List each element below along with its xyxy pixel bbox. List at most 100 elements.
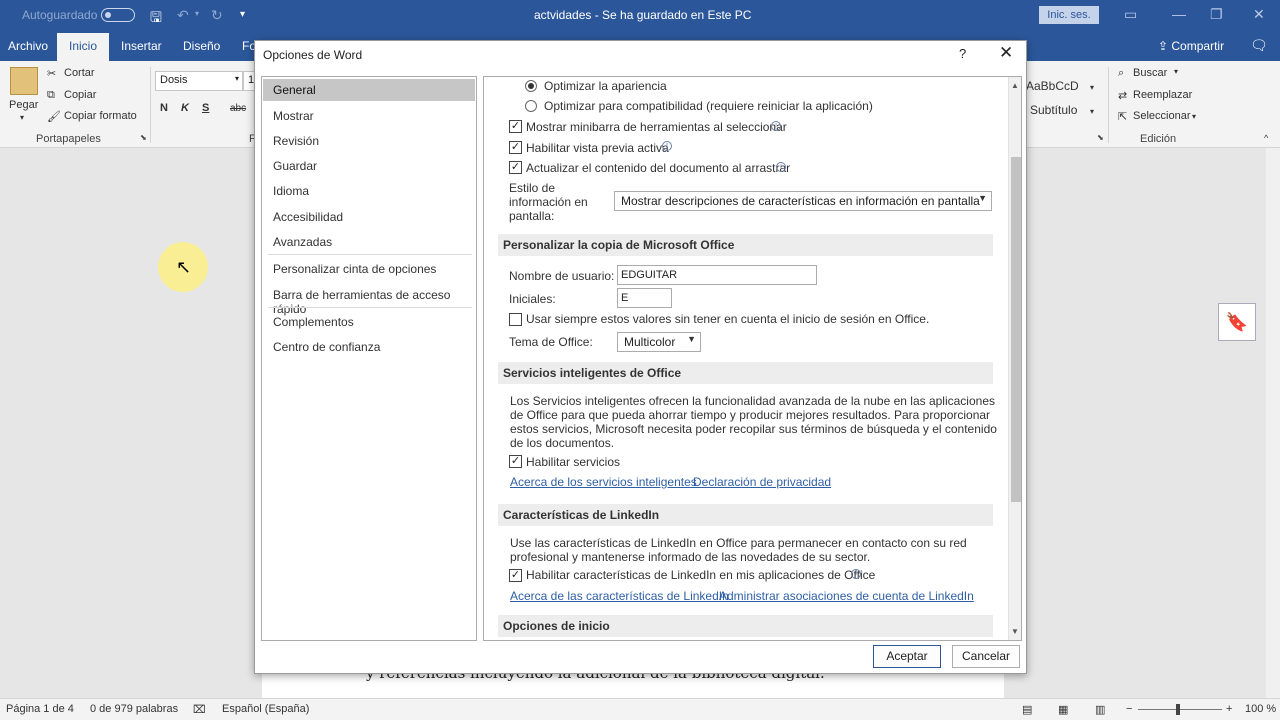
checkbox-always-use-label: Usar siempre estos valores sin tener en …: [526, 312, 930, 326]
read-mode-icon[interactable]: ▤: [1022, 703, 1032, 716]
checkbox-enable-services[interactable]: ✓: [509, 455, 522, 468]
tab-archivo[interactable]: Archivo: [8, 39, 48, 53]
theme-dropdown[interactable]: Multicolor ▼: [617, 332, 701, 352]
tooltip-style-dropdown[interactable]: Mostrar descripciones de características…: [614, 191, 992, 211]
link-privacy-statement[interactable]: Declaración de privacidad: [693, 475, 831, 489]
redo-icon[interactable]: ↻: [211, 7, 223, 24]
checkbox-live-preview-label: Habilitar vista previa activa: [526, 141, 669, 155]
zoom-level[interactable]: 100 %: [1245, 703, 1276, 715]
editing-group-label: Edición: [1140, 133, 1177, 145]
share-button[interactable]: ⇪ Compartir: [1158, 39, 1224, 53]
nav-separator: [268, 307, 472, 308]
cancel-button[interactable]: Cancelar: [952, 645, 1020, 668]
strikethrough-button[interactable]: abc: [230, 103, 246, 114]
info-icon[interactable]: i: [776, 162, 786, 172]
collapse-ribbon-icon[interactable]: ^: [1264, 133, 1268, 143]
page-indicator[interactable]: Página 1 de 4: [6, 703, 74, 715]
info-icon[interactable]: i: [771, 121, 781, 131]
scroll-up-icon[interactable]: ▲: [1011, 81, 1019, 90]
styles-scroll-icon[interactable]: ▾: [1090, 83, 1094, 92]
nav-item-revision[interactable]: Revisión: [263, 130, 475, 152]
checkbox-update-content[interactable]: ✓: [509, 161, 522, 174]
initials-field[interactable]: E: [617, 288, 672, 308]
scroll-down-icon[interactable]: ▼: [1011, 627, 1019, 636]
paste-label[interactable]: Pegar: [9, 99, 38, 111]
paste-icon[interactable]: [10, 67, 38, 95]
font-name-combo[interactable]: Dosis ▾: [155, 71, 243, 91]
format-painter-button[interactable]: Copiar formato: [64, 110, 137, 122]
cut-button[interactable]: Cortar: [64, 67, 95, 79]
nav-item-personalizar-cinta[interactable]: Personalizar cinta de opciones: [263, 258, 475, 280]
zoom-in-icon[interactable]: +: [1226, 703, 1232, 715]
checkbox-live-preview[interactable]: ✓: [509, 141, 522, 154]
zoom-slider[interactable]: [1138, 709, 1222, 710]
minimize-icon[interactable]: —: [1172, 6, 1186, 22]
bookmark-icon[interactable]: 🔖: [1218, 303, 1256, 341]
tab-diseno[interactable]: Diseño: [183, 39, 220, 53]
close-window-icon[interactable]: ✕: [1253, 6, 1265, 23]
proofing-icon[interactable]: ⌧: [193, 703, 206, 716]
zoom-slider-thumb[interactable]: [1176, 704, 1180, 715]
nav-item-mostrar[interactable]: Mostrar: [263, 105, 475, 127]
clipboard-launcher-icon[interactable]: ⬊: [140, 133, 147, 142]
replace-button[interactable]: Reemplazar: [1133, 89, 1192, 101]
web-layout-icon[interactable]: ▥: [1095, 703, 1105, 716]
checkbox-enable-linkedin[interactable]: ✓: [509, 569, 522, 582]
nav-item-accesibilidad[interactable]: Accesibilidad: [263, 206, 475, 228]
find-dropdown-icon[interactable]: ▾: [1174, 67, 1178, 76]
select-dropdown-icon[interactable]: ▾: [1192, 112, 1196, 121]
nav-item-avanzadas[interactable]: Avanzadas: [263, 231, 475, 253]
nav-item-general[interactable]: General: [263, 79, 475, 101]
nav-item-complementos[interactable]: Complementos: [263, 311, 475, 333]
paste-dropdown-icon[interactable]: ▾: [20, 113, 24, 122]
copy-button[interactable]: Copiar: [64, 89, 96, 101]
customize-qat-icon[interactable]: ▾: [240, 9, 245, 20]
link-about-linkedin[interactable]: Acerca de las características de LinkedI…: [510, 589, 729, 603]
find-button[interactable]: Buscar: [1133, 67, 1167, 79]
italic-button[interactable]: K: [181, 102, 189, 114]
nav-item-centro-confianza[interactable]: Centro de confianza: [263, 336, 475, 358]
styles-launcher-icon[interactable]: ⬊: [1097, 133, 1104, 142]
comments-icon[interactable]: 🗨: [1250, 37, 1268, 54]
options-nav: General Mostrar Revisión Guardar Idioma …: [261, 76, 477, 641]
close-icon[interactable]: ✕: [999, 43, 1013, 63]
checkbox-minibar[interactable]: ✓: [509, 120, 522, 133]
scrollbar-thumb[interactable]: [1011, 157, 1021, 502]
word-count[interactable]: 0 de 979 palabras: [90, 703, 178, 715]
search-icon: ⌕: [1118, 67, 1125, 79]
username-field[interactable]: EDGUITAR: [617, 265, 817, 285]
autosave-toggle[interactable]: [101, 8, 135, 22]
undo-dropdown-icon[interactable]: ▾: [195, 9, 199, 18]
nav-item-idioma[interactable]: Idioma: [263, 180, 475, 202]
undo-icon[interactable]: ↶: [177, 7, 189, 24]
document-scrollbar[interactable]: [1266, 148, 1280, 698]
select-button[interactable]: Seleccionar: [1133, 110, 1190, 122]
save-icon[interactable]: 🖫: [150, 7, 162, 31]
underline-button[interactable]: S: [202, 102, 209, 114]
link-manage-linkedin[interactable]: Administrar asociaciones de cuenta de Li…: [719, 589, 974, 603]
style-preview[interactable]: AaBbCcD: [1026, 79, 1079, 93]
zoom-out-icon[interactable]: −: [1126, 703, 1132, 715]
tab-inicio[interactable]: Inicio: [57, 33, 110, 61]
radio-optimize-compat[interactable]: [525, 100, 537, 112]
styles-more-icon[interactable]: ▾: [1090, 107, 1094, 116]
maximize-icon[interactable]: ❐: [1210, 6, 1223, 23]
nav-item-barra-acceso-rapido[interactable]: Barra de herramientas de acceso rápido: [263, 284, 475, 316]
ok-button[interactable]: Aceptar: [873, 645, 941, 668]
link-about-intelligent-services[interactable]: Acerca de los servicios inteligentes: [510, 475, 697, 489]
help-icon[interactable]: ?: [959, 46, 966, 61]
radio-optimize-appearance[interactable]: [525, 80, 537, 92]
dialog-title: Opciones de Word: [263, 48, 363, 62]
tab-insertar[interactable]: Insertar: [121, 39, 162, 53]
content-scrollbar[interactable]: ▲ ▼: [1008, 77, 1021, 640]
nav-item-guardar[interactable]: Guardar: [263, 155, 475, 177]
checkbox-always-use[interactable]: [509, 313, 522, 326]
sign-in-button[interactable]: Inic. ses.: [1039, 6, 1099, 24]
style-subtitle[interactable]: Subtítulo: [1030, 103, 1077, 117]
ribbon-display-icon[interactable]: ▭: [1124, 6, 1137, 23]
print-layout-icon[interactable]: ▦: [1058, 703, 1068, 716]
language-indicator[interactable]: Español (España): [222, 703, 309, 715]
bold-button[interactable]: N: [160, 102, 168, 114]
info-icon[interactable]: i: [851, 569, 861, 579]
info-icon[interactable]: i: [662, 141, 672, 151]
